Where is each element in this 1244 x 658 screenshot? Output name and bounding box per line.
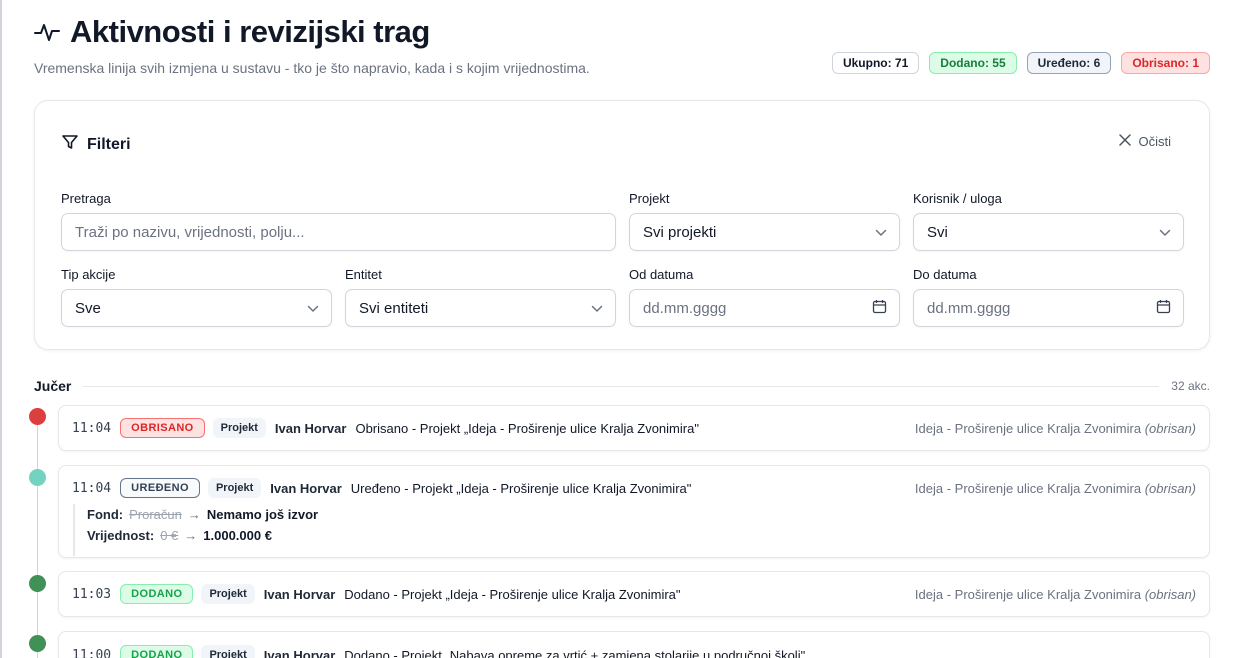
date-from-placeholder: dd.mm.gggg <box>643 299 727 317</box>
entry-time: 11:03 <box>72 586 112 602</box>
timeline-dot-added <box>29 575 46 592</box>
date-to-label: Do datuma <box>913 267 977 282</box>
entry-user: Ivan Horvar <box>274 420 347 436</box>
entry-user: Ivan Horvar <box>263 586 336 602</box>
stat-total-badge: Ukupno: 71 <box>831 52 920 74</box>
new-value: 1.000.000 € <box>203 528 272 543</box>
stat-added-badge: Dodano: 55 <box>929 52 1017 74</box>
entry-time: 11:00 <box>72 647 112 658</box>
day-group-header: Jučer 32 akc. <box>34 376 1210 396</box>
action-badge: UREĐENO <box>120 478 200 498</box>
entry-user: Ivan Horvar <box>263 647 336 658</box>
entry-target: Ideja - Proširenje ulice Kralja Zvonimir… <box>914 480 1196 496</box>
date-from-label: Od datuma <box>629 267 694 282</box>
timeline-entry[interactable]: 11:00 DODANO Projekt Ivan Horvar Dodano … <box>58 631 1210 658</box>
user-role-select-value: Svi <box>927 223 948 241</box>
project-select[interactable]: Svi projekti <box>629 213 900 251</box>
activity-icon <box>34 19 60 45</box>
date-to-input[interactable]: dd.mm.gggg <box>913 289 1184 327</box>
entry-time: 11:04 <box>72 480 112 496</box>
clear-filters-button[interactable]: Očisti <box>1118 134 1172 149</box>
date-from-input[interactable]: dd.mm.gggg <box>629 289 900 327</box>
day-label: Jučer <box>34 378 72 394</box>
user-role-label: Korisnik / uloga <box>913 191 1002 206</box>
entry-time: 11:04 <box>72 420 112 436</box>
search-input-box <box>61 213 616 251</box>
calendar-icon[interactable] <box>872 299 887 318</box>
entity-label: Entitet <box>345 267 382 282</box>
timeline-entry[interactable]: 11:03 DODANO Projekt Ivan Horvar Dodano … <box>58 571 1210 617</box>
stats-badges: Ukupno: 71 Dodano: 55 Uređeno: 6 Obrisan… <box>831 52 1210 74</box>
action-type-select[interactable]: Sve <box>61 289 332 327</box>
action-badge: DODANO <box>120 645 194 658</box>
calendar-icon[interactable] <box>1156 299 1171 318</box>
entry-target: Ideja - Proširenje ulice Kralja Zvonimir… <box>914 420 1196 436</box>
change-field: Fond: <box>87 507 124 522</box>
entry-description: Dodano - Projekt „Ideja - Proširenje uli… <box>344 586 681 602</box>
action-type-select-value: Sve <box>75 299 101 317</box>
entity-badge: Projekt <box>201 584 255 604</box>
page-title: Aktivnosti i revizijski trag <box>70 14 430 49</box>
search-label: Pretraga <box>61 191 111 206</box>
entity-badge: Projekt <box>207 478 262 498</box>
chevron-down-icon <box>307 300 319 317</box>
old-value: 0 € <box>160 528 179 543</box>
arrow-right-icon: → <box>184 528 198 543</box>
day-action-count: 32 akc. <box>1171 379 1210 393</box>
timeline-dot-edited <box>29 469 46 486</box>
entity-select-value: Svi entiteti <box>359 299 429 317</box>
filters-header: Filteri <box>61 133 131 156</box>
project-select-value: Svi projekti <box>643 223 717 241</box>
search-input[interactable] <box>75 223 603 241</box>
user-role-field: Korisnik / uloga Svi <box>913 191 1184 251</box>
action-type-field: Tip akcije Sve <box>61 267 332 327</box>
change-row: Vrijednost: 0 € → 1.000.000 € <box>87 525 1209 546</box>
stat-edited-badge: Uređeno: 6 <box>1026 52 1112 74</box>
action-type-label: Tip akcije <box>61 267 116 282</box>
entity-badge: Projekt <box>201 645 255 658</box>
clear-filters-label: Očisti <box>1138 134 1172 149</box>
project-field: Projekt Svi projekti <box>629 191 900 251</box>
entry-user: Ivan Horvar <box>270 480 342 496</box>
entity-field: Entitet Svi entiteti <box>345 267 616 327</box>
search-field: Pretraga <box>61 191 616 251</box>
timeline-entry[interactable]: 11:04 OBRISANO Projekt Ivan Horvar Obris… <box>58 405 1210 451</box>
filter-icon <box>61 133 79 156</box>
timeline-entry[interactable]: 11:04 UREĐENO Projekt Ivan Horvar Uređen… <box>58 465 1210 558</box>
change-row: Fond: Proračun → Nemamo još izvor <box>87 504 1209 525</box>
date-to-placeholder: dd.mm.gggg <box>927 299 1011 317</box>
close-icon <box>1118 134 1131 149</box>
chevron-down-icon <box>1159 224 1171 241</box>
entry-target: Ideja - Proširenje ulice Kralja Zvonimir… <box>914 586 1196 602</box>
action-badge: DODANO <box>120 584 194 604</box>
filters-card: Filteri Očisti Pretraga Projekt Svi proj… <box>34 100 1210 350</box>
day-divider <box>83 385 1160 387</box>
arrow-right-icon: → <box>187 507 201 522</box>
chevron-down-icon <box>875 224 887 241</box>
old-value: Proračun <box>129 507 182 522</box>
project-label: Projekt <box>629 191 670 206</box>
new-value: Nemamo još izvor <box>206 507 319 522</box>
stat-deleted-badge: Obrisano: 1 <box>1121 52 1210 74</box>
entry-description: Obrisano - Projekt „Ideja - Proširenje u… <box>355 420 699 436</box>
timeline-dot-deleted <box>29 408 46 425</box>
entity-select[interactable]: Svi entiteti <box>345 289 616 327</box>
user-role-select[interactable]: Svi <box>913 213 1184 251</box>
timeline-line <box>37 416 38 658</box>
action-badge: OBRISANO <box>120 418 205 438</box>
chevron-down-icon <box>591 300 603 317</box>
entity-badge: Projekt <box>212 418 266 438</box>
change-list: Fond: Proračun → Nemamo još izvor Vrijed… <box>73 504 1209 556</box>
entry-description: Uređeno - Projekt „Ideja - Proširenje ul… <box>350 480 692 496</box>
entry-description: Dodano - Projekt „Nabava opreme za vrtić… <box>344 647 806 658</box>
timeline-dot-added <box>29 635 46 652</box>
page-header: Aktivnosti i revizijski trag Vremenska l… <box>34 12 1210 82</box>
page-left-border <box>0 0 2 658</box>
change-field: Vrijednost: <box>87 528 155 543</box>
date-to-field: Do datuma dd.mm.gggg <box>913 267 1184 327</box>
date-from-field: Od datuma dd.mm.gggg <box>629 267 900 327</box>
filters-title: Filteri <box>87 135 131 153</box>
